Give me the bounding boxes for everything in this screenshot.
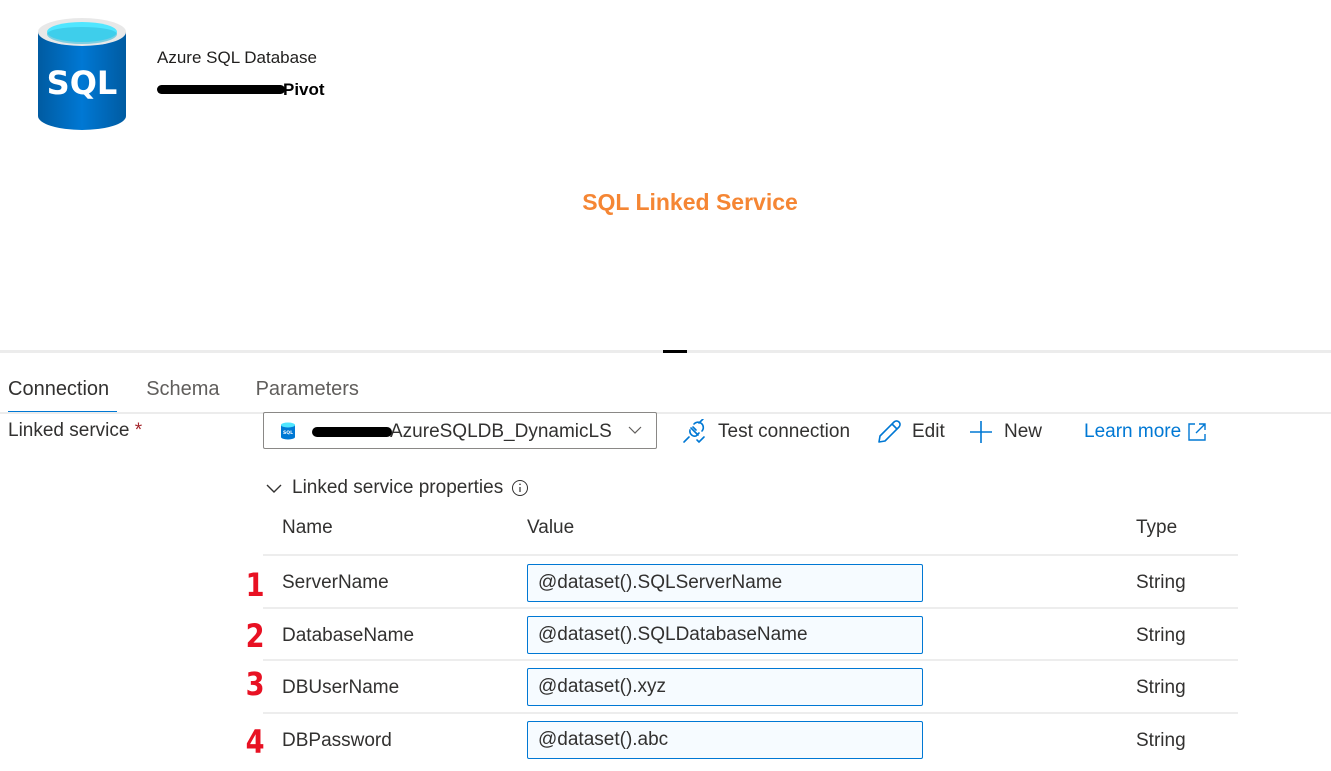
sql-database-icon: SQL bbox=[281, 422, 295, 440]
annotation-marker: 3 bbox=[245, 665, 265, 703]
pencil-icon bbox=[878, 420, 901, 443]
resource-type: Azure SQL Database bbox=[157, 48, 318, 67]
column-header-value: Value bbox=[527, 517, 575, 538]
property-value-input[interactable] bbox=[527, 668, 923, 706]
test-connection-label: Test connection bbox=[718, 421, 851, 442]
learn-more-link[interactable]: Learn more bbox=[1084, 418, 1207, 446]
svg-text:SQL: SQL bbox=[283, 430, 293, 436]
tab-parameters[interactable]: Parameters bbox=[248, 376, 367, 414]
row-divider bbox=[263, 607, 1238, 609]
dataset-name: Pivot bbox=[157, 80, 325, 100]
chevron-down-icon bbox=[628, 426, 642, 434]
linked-service-value: AzureSQLDB_DynamicLS bbox=[312, 421, 612, 443]
property-type: String bbox=[1136, 572, 1186, 593]
property-type: String bbox=[1136, 677, 1186, 698]
tab-divider bbox=[0, 412, 1331, 414]
chevron-down-icon bbox=[266, 484, 282, 493]
dataset-name-text: Pivot bbox=[283, 80, 325, 99]
property-value-input[interactable] bbox=[527, 721, 923, 759]
linked-service-label: Linked service * bbox=[8, 420, 142, 442]
plus-icon bbox=[970, 421, 992, 443]
plug-check-icon bbox=[683, 419, 705, 444]
column-header-name: Name bbox=[282, 517, 333, 538]
learn-more-label: Learn more bbox=[1084, 421, 1182, 442]
logo-text: SQL bbox=[47, 64, 118, 102]
test-connection-button[interactable]: Test connection bbox=[682, 418, 850, 446]
property-name: ServerName bbox=[282, 572, 389, 593]
tab-bar: Connection Schema Parameters bbox=[0, 376, 387, 414]
edit-button[interactable]: Edit bbox=[876, 418, 945, 446]
property-name: DBPassword bbox=[282, 730, 392, 751]
linked-service-properties-toggle[interactable]: Linked service properties bbox=[265, 477, 529, 499]
info-icon[interactable] bbox=[511, 479, 529, 497]
sql-database-logo-icon: SQL bbox=[38, 18, 126, 130]
annotation-marker: 4 bbox=[245, 723, 265, 761]
property-name: DatabaseName bbox=[282, 625, 415, 646]
splitter-handle[interactable] bbox=[663, 350, 687, 353]
linked-service-label-text: Linked service bbox=[8, 420, 130, 441]
property-value-input[interactable] bbox=[527, 564, 923, 602]
tab-connection[interactable]: Connection bbox=[0, 376, 118, 414]
new-label: New bbox=[1004, 421, 1043, 442]
redacted-text bbox=[157, 85, 285, 95]
row-divider bbox=[263, 712, 1238, 714]
property-name: DBUserName bbox=[282, 677, 400, 698]
property-type: String bbox=[1136, 625, 1186, 646]
property-value-input[interactable] bbox=[527, 616, 923, 654]
required-asterisk: * bbox=[134, 420, 143, 441]
properties-toggle-label: Linked service properties bbox=[292, 477, 504, 498]
annotation-marker: 2 bbox=[245, 617, 265, 655]
tab-schema[interactable]: Schema bbox=[138, 376, 227, 414]
external-link-icon bbox=[1188, 423, 1206, 441]
linked-service-dropdown[interactable]: SQL AzureSQLDB_DynamicLS bbox=[263, 412, 657, 449]
annotation-marker: 1 bbox=[245, 566, 265, 604]
annotation-title: SQL Linked Service bbox=[582, 189, 798, 215]
row-divider bbox=[263, 659, 1238, 661]
column-header-type: Type bbox=[1136, 517, 1178, 538]
linked-service-value-text: AzureSQLDB_DynamicLS bbox=[390, 421, 612, 442]
property-type: String bbox=[1136, 730, 1186, 751]
new-button[interactable]: New bbox=[968, 418, 1042, 446]
header-divider bbox=[263, 554, 1238, 556]
edit-label: Edit bbox=[912, 421, 945, 442]
redacted-text bbox=[312, 426, 392, 437]
